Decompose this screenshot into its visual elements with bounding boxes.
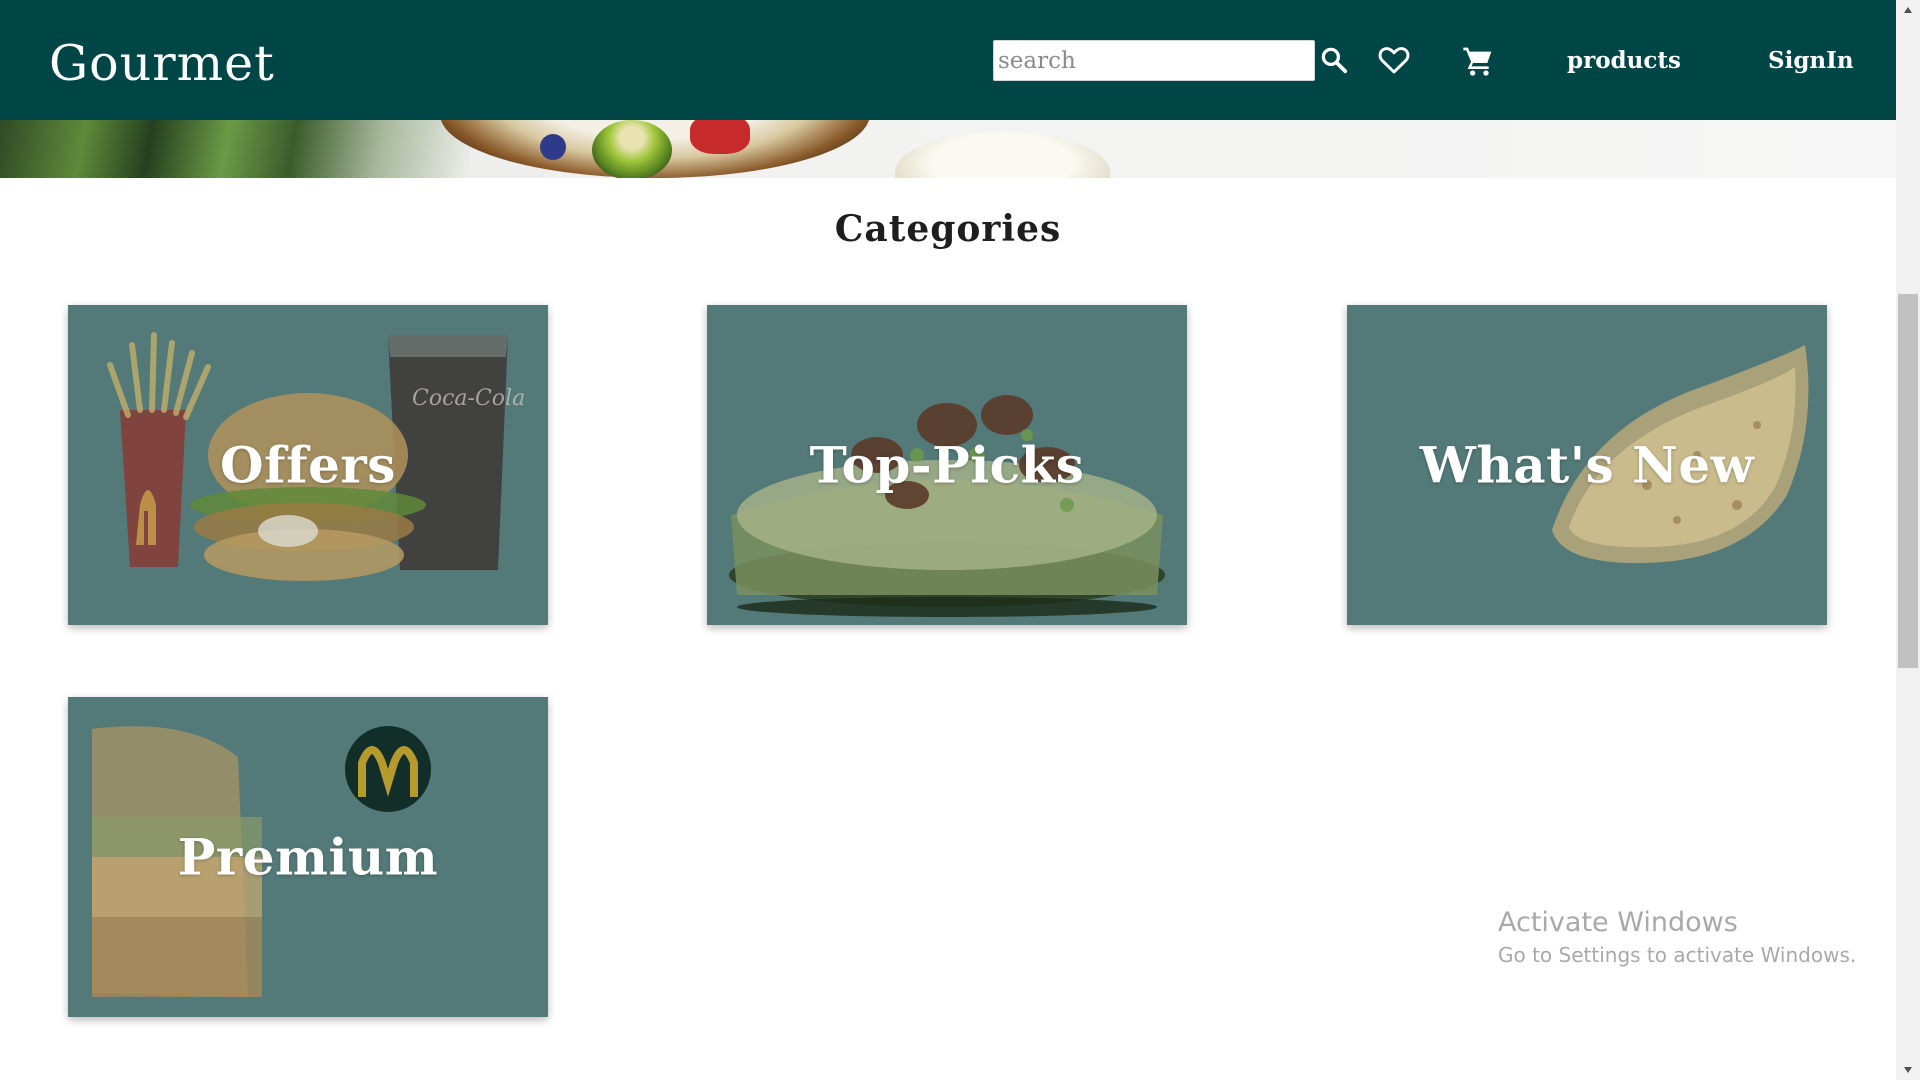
watermark-subtitle: Go to Settings to activate Windows. [1498,943,1857,967]
mcdonalds-logo-icon [345,726,431,812]
cart-button[interactable] [1458,42,1498,80]
hero-banner-image [0,120,1896,178]
hero-strawberry [690,120,750,154]
signin-link[interactable]: SignIn [1768,44,1854,78]
page-viewport: Gourmet products SignIn [0,0,1896,1080]
cart-icon [1463,47,1492,76]
vertical-scrollbar[interactable] [1896,0,1920,1080]
brand-logo[interactable]: Gourmet [49,34,275,94]
scroll-thumb[interactable] [1898,294,1918,668]
caret-up-icon [1904,7,1912,13]
category-card-premium[interactable]: Premium [68,697,548,1017]
category-card-offers[interactable]: Coca-Cola Offers [68,305,548,625]
category-label: What's New [1419,435,1755,495]
category-card-whats-new[interactable]: What's New [1347,305,1827,625]
products-link[interactable]: products [1567,44,1681,78]
caret-down-icon [1904,1067,1912,1073]
scroll-down-arrow[interactable] [1896,1060,1920,1080]
category-card-top-picks[interactable]: Top-Picks [707,305,1187,625]
watermark-title: Activate Windows [1498,907,1738,938]
search-icon [1321,47,1348,74]
svg-text:Coca-Cola: Coca-Cola [412,386,525,411]
categories-heading: Categories [834,208,1062,250]
heart-icon [1378,47,1410,74]
category-label: Offers [220,435,396,495]
hero-blueberry [540,134,566,160]
search-button[interactable] [1316,42,1352,78]
category-label: Premium [177,827,439,887]
hero-jug [895,132,1110,178]
category-label: Top-Picks [809,435,1085,495]
scroll-up-arrow[interactable] [1896,0,1920,20]
navbar: Gourmet products SignIn [0,0,1896,120]
activate-windows-watermark: Activate Windows Go to Settings to activ… [1498,906,1856,970]
search-input[interactable] [993,40,1315,81]
hero-kiwi [592,120,672,178]
wishlist-button[interactable] [1376,42,1412,78]
hero-greens [0,120,470,178]
